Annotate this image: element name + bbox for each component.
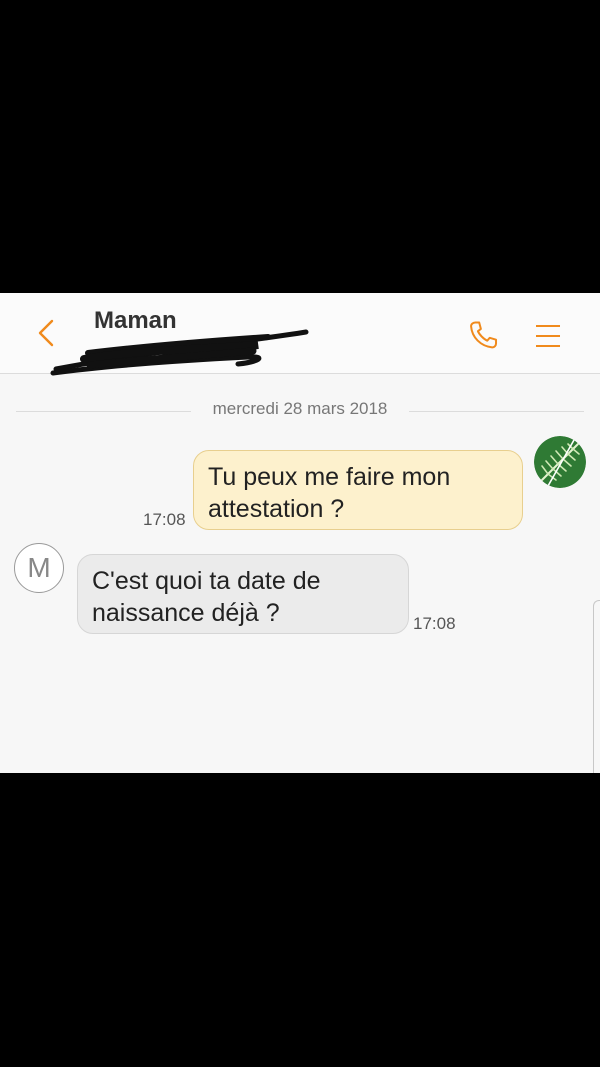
message-line: naissance déjà ? <box>92 599 280 627</box>
redaction-scribble <box>50 329 309 376</box>
hamburger-menu-icon <box>536 325 560 347</box>
date-separator-label: mercredi 28 mars 2018 <box>212 399 388 418</box>
contact-avatar[interactable]: M <box>14 543 64 593</box>
message-line: Tu peux me faire mon <box>208 463 451 491</box>
outgoing-message-bubble[interactable]: Tu peux me faire mon attestation ? <box>193 450 523 530</box>
call-button[interactable] <box>463 316 503 356</box>
conversation-screen: Maman mercredi 28 mars 2018 17:08 Tu peu… <box>0 293 600 773</box>
date-separator: mercredi 28 mars 2018 <box>0 399 600 423</box>
outgoing-message-time: 17:08 <box>143 510 186 529</box>
scrollbar[interactable] <box>593 600 600 773</box>
fern-leaf-icon <box>534 436 586 488</box>
phone-icon <box>470 321 498 349</box>
incoming-message-time: 17:08 <box>413 614 456 633</box>
conversation-header: Maman <box>0 293 600 376</box>
menu-button[interactable] <box>528 316 568 356</box>
user-avatar[interactable] <box>534 436 586 488</box>
message-line: C'est quoi ta date de <box>92 567 321 595</box>
date-divider-right <box>409 411 584 412</box>
contact-avatar-initial: M <box>27 552 51 583</box>
message-line: attestation ? <box>208 495 345 523</box>
incoming-message-bubble[interactable]: C'est quoi ta date de naissance déjà ? <box>77 554 409 634</box>
